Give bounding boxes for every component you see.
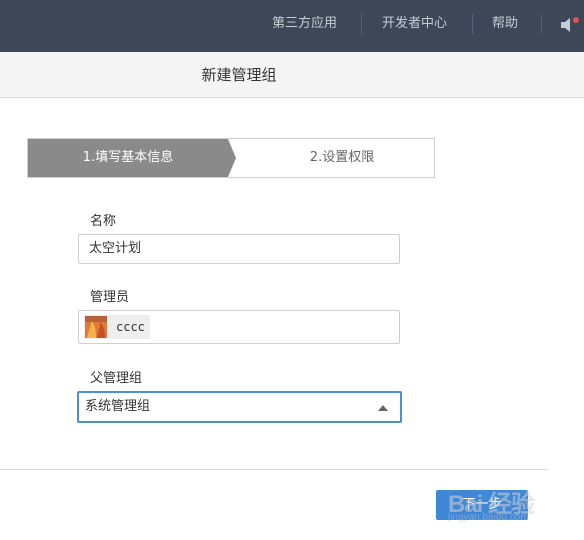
nav-separator xyxy=(472,14,473,34)
page-title: 新建管理组 xyxy=(201,66,277,84)
nav-separator xyxy=(541,14,542,34)
nav-help[interactable]: 帮助 xyxy=(492,0,518,52)
parent-group-value: 系统管理组 xyxy=(85,399,151,414)
notification-speaker-icon[interactable] xyxy=(560,16,584,34)
name-input[interactable]: 太空计划 xyxy=(78,234,400,264)
avatar xyxy=(85,316,107,338)
admin-picker[interactable]: cccc xyxy=(78,310,400,344)
parent-group-select[interactable]: 系统管理组 xyxy=(77,391,402,423)
admin-label: 管理员 xyxy=(90,290,130,305)
nav-third-party-apps[interactable]: 第三方应用 xyxy=(272,0,337,52)
footer-divider xyxy=(0,469,548,470)
admin-tag-name: cccc xyxy=(116,320,145,334)
nav-developer-center[interactable]: 开发者中心 xyxy=(382,0,447,52)
nav-separator xyxy=(361,14,362,34)
step-2-label: 2.设置权限 xyxy=(309,150,375,165)
dialog-header: 新建管理组 xyxy=(0,52,584,98)
admin-tag[interactable]: cccc xyxy=(84,315,150,339)
caret-up-icon xyxy=(378,405,388,411)
step-indicator: 1.填写基本信息 2.设置权限 xyxy=(27,138,435,178)
watermark-sub: jingyan.baidu.com xyxy=(448,512,529,523)
parent-group-label: 父管理组 xyxy=(90,371,143,386)
watermark-logo: Bai 经验 jingyan.baidu.com xyxy=(448,478,558,528)
step-1-label: 1.填写基本信息 xyxy=(82,150,174,165)
top-navigation-bar: 第三方应用 开发者中心 帮助 xyxy=(0,0,584,52)
name-label: 名称 xyxy=(90,214,117,229)
